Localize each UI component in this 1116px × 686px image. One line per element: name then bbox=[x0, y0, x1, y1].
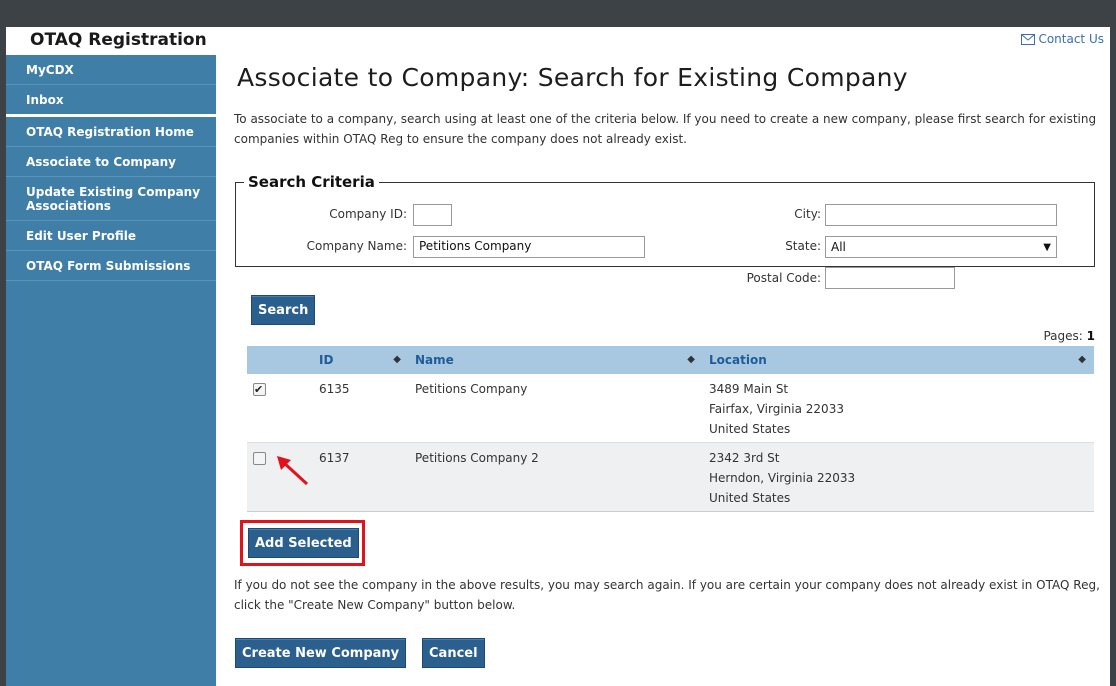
location-column-header[interactable]: Location ◆ bbox=[703, 346, 1094, 374]
sort-icon[interactable]: ◆ bbox=[687, 354, 695, 365]
create-new-company-button[interactable]: Create New Company bbox=[235, 638, 407, 668]
state-label: State: bbox=[785, 239, 821, 253]
city-label: City: bbox=[794, 207, 821, 221]
name-header-label: Name bbox=[415, 353, 454, 367]
envelope-icon bbox=[1021, 33, 1036, 45]
sidebar-item-inbox[interactable]: Inbox bbox=[6, 85, 216, 117]
create-company-note: If you do not see the company in the abo… bbox=[234, 578, 1100, 612]
top-bar: OTAQ Registration Contact Us bbox=[6, 27, 1110, 55]
select-column-header bbox=[247, 346, 313, 374]
company-name-label: Company Name: bbox=[306, 239, 407, 253]
sidebar: MyCDX Inbox OTAQ Registration Home Assoc… bbox=[6, 55, 216, 686]
postal-code-input[interactable] bbox=[825, 267, 955, 289]
row-name: Petitions Company bbox=[415, 382, 528, 396]
postal-code-label: Postal Code: bbox=[746, 271, 821, 285]
row-location: 3489 Main St Fairfax, Virginia 22033 Uni… bbox=[703, 374, 1094, 443]
location-header-label: Location bbox=[709, 353, 767, 367]
state-select-value: All bbox=[831, 240, 846, 254]
cancel-button[interactable]: Cancel bbox=[422, 638, 485, 668]
company-id-input[interactable] bbox=[413, 204, 452, 226]
id-column-header[interactable]: ID ◆ bbox=[313, 346, 409, 374]
row-street: 3489 Main St bbox=[709, 382, 789, 396]
name-column-header[interactable]: Name ◆ bbox=[409, 346, 703, 374]
app-title: OTAQ Registration bbox=[6, 27, 222, 55]
table-row: 6135 Petitions Company 3489 Main St Fair… bbox=[247, 374, 1094, 443]
company-name-input[interactable]: Petitions Company bbox=[413, 236, 645, 258]
dropdown-arrow-icon: ▼ bbox=[1043, 241, 1051, 253]
search-button[interactable]: Search bbox=[251, 295, 316, 325]
page-title: Associate to Company: Search for Existin… bbox=[237, 63, 908, 92]
page-number-link[interactable]: 1 bbox=[1087, 329, 1095, 343]
results-table: ID ◆ Name ◆ Location ◆ 6135 Petitions Co… bbox=[247, 346, 1094, 512]
table-header-row: ID ◆ Name ◆ Location ◆ bbox=[247, 346, 1094, 374]
row-name: Petitions Company 2 bbox=[415, 451, 539, 465]
city-input[interactable] bbox=[825, 204, 1057, 226]
add-selected-button[interactable]: Add Selected bbox=[248, 528, 359, 558]
company-id-label: Company ID: bbox=[329, 207, 407, 221]
row-country: United States bbox=[709, 422, 791, 436]
sidebar-item-home[interactable]: OTAQ Registration Home bbox=[6, 117, 216, 147]
sidebar-item-form-submissions[interactable]: OTAQ Form Submissions bbox=[6, 251, 216, 281]
row-city-state: Herndon, Virginia 22033 bbox=[709, 471, 856, 485]
search-criteria-legend: Search Criteria bbox=[248, 173, 375, 191]
row-street: 2342 3rd St bbox=[709, 451, 780, 465]
row-country: United States bbox=[709, 491, 791, 505]
sort-icon[interactable]: ◆ bbox=[1078, 354, 1086, 365]
table-row: 6137 Petitions Company 2 2342 3rd St Her… bbox=[247, 442, 1094, 512]
row-checkbox[interactable] bbox=[253, 452, 266, 465]
sidebar-item-associate[interactable]: Associate to Company bbox=[6, 147, 216, 177]
red-arrow-icon bbox=[277, 456, 309, 486]
pagination: Pages: 1 bbox=[1043, 329, 1095, 343]
state-select[interactable]: All ▼ bbox=[825, 236, 1057, 258]
sidebar-item-mycdx[interactable]: MyCDX bbox=[6, 55, 216, 85]
row-location: 2342 3rd St Herndon, Virginia 22033 Unit… bbox=[703, 443, 1094, 512]
contact-us-link[interactable]: Contact Us bbox=[1021, 32, 1104, 46]
row-checkbox[interactable] bbox=[253, 380, 266, 400]
sort-icon[interactable]: ◆ bbox=[393, 354, 401, 365]
row-id: 6135 bbox=[319, 382, 350, 396]
sidebar-item-edit-profile[interactable]: Edit User Profile bbox=[6, 221, 216, 251]
id-header-label: ID bbox=[319, 353, 334, 367]
row-id: 6137 bbox=[319, 451, 350, 465]
sidebar-item-update-associations[interactable]: Update Existing Company Associations bbox=[6, 177, 216, 221]
pages-label: Pages: bbox=[1043, 329, 1083, 343]
row-city-state: Fairfax, Virginia 22033 bbox=[709, 402, 844, 416]
intro-text: To associate to a company, search using … bbox=[234, 112, 1097, 146]
contact-us-label: Contact Us bbox=[1038, 32, 1104, 46]
row-select-cell bbox=[247, 374, 313, 443]
